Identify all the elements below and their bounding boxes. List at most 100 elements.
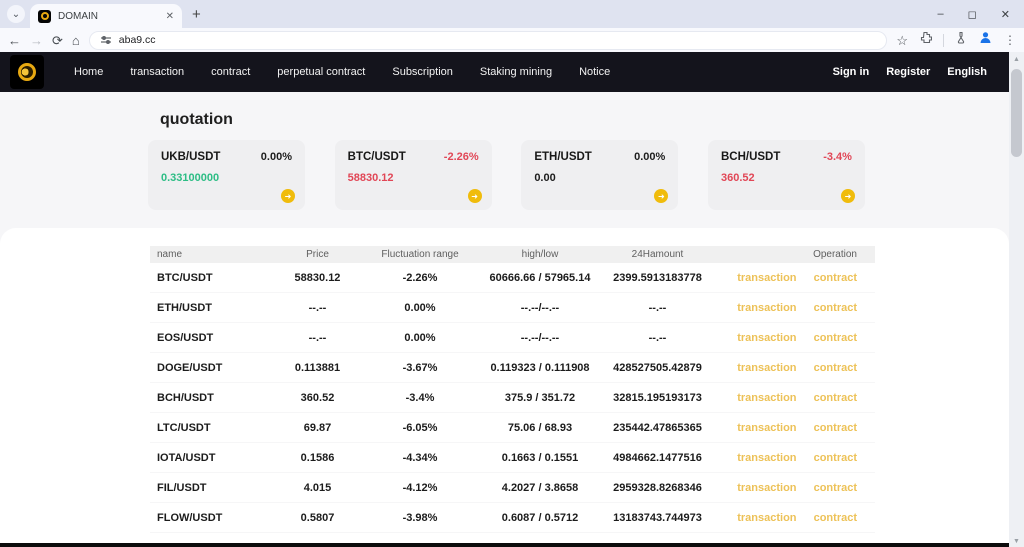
pair-operations: transaction contract <box>720 392 875 404</box>
card-go-arrow-icon[interactable]: ➜ <box>468 189 482 203</box>
contract-link[interactable]: contract <box>814 422 857 434</box>
contract-link[interactable]: contract <box>814 482 857 494</box>
contract-link[interactable]: contract <box>814 392 857 404</box>
transaction-link[interactable]: transaction <box>737 422 796 434</box>
page-scrollbar[interactable]: ▲ ▼ <box>1009 52 1024 547</box>
minimize-button[interactable]: – <box>938 8 944 20</box>
home-button[interactable]: ⌂ <box>72 34 80 47</box>
contract-link[interactable]: contract <box>814 272 857 284</box>
browser-tab-strip: ⌄ DOMAIN ✕ + – ◻ ✕ <box>0 0 1024 28</box>
transaction-link[interactable]: transaction <box>737 362 796 374</box>
close-window-button[interactable]: ✕ <box>1001 8 1010 21</box>
pair-high-low: 375.9 / 351.72 <box>485 392 595 404</box>
auth-links: Sign in Register English <box>833 66 987 78</box>
transaction-link[interactable]: transaction <box>737 452 796 464</box>
ticker-card-btc[interactable]: BTC/USDT -2.26% 58830.12 ➜ <box>335 140 492 210</box>
menu-item-home[interactable]: Home <box>74 66 103 78</box>
site-settings-icon[interactable] <box>100 34 112 46</box>
transaction-link[interactable]: transaction <box>737 392 796 404</box>
card-pair: ETH/USDT <box>534 151 592 163</box>
browser-menu-icon[interactable]: ⋮ <box>1004 33 1016 47</box>
header-high-low: high/low <box>485 249 595 260</box>
bookmark-star-icon[interactable]: ☆ <box>896 34 908 47</box>
contract-link[interactable]: contract <box>814 302 857 314</box>
transaction-link[interactable]: transaction <box>737 272 796 284</box>
pair-name: FLOW/USDT <box>150 512 280 524</box>
header-price: Price <box>280 249 355 260</box>
transaction-link[interactable]: transaction <box>737 332 796 344</box>
pair-price: --.-- <box>280 332 355 344</box>
transaction-link[interactable]: transaction <box>737 512 796 524</box>
menu-item-contract[interactable]: contract <box>211 66 250 78</box>
browser-toolbar: ← → ⟳ ⌂ aba9.cc ☆ ⋮ <box>0 28 1024 52</box>
card-go-arrow-icon[interactable]: ➜ <box>654 189 668 203</box>
tab-close-icon[interactable]: ✕ <box>166 11 174 22</box>
url-text[interactable]: aba9.cc <box>119 34 156 46</box>
contract-link[interactable]: contract <box>814 452 857 464</box>
tab-search-icon[interactable]: ⌄ <box>7 5 25 23</box>
pair-operations: transaction contract <box>720 362 875 374</box>
browser-tab[interactable]: DOMAIN ✕ <box>30 4 182 28</box>
ticker-card-eth[interactable]: ETH/USDT 0.00% 0.00 ➜ <box>521 140 678 210</box>
card-change: -2.26% <box>444 151 479 163</box>
card-price: 360.52 <box>721 172 852 184</box>
maximize-button[interactable]: ◻ <box>968 8 977 21</box>
scroll-down-icon[interactable]: ▼ <box>1009 538 1024 545</box>
menu-item-perpetual-contract[interactable]: perpetual contract <box>277 66 365 78</box>
pair-name: BCH/USDT <box>150 392 280 404</box>
market-table: name Price Fluctuation range high/low 24… <box>150 246 875 547</box>
ticker-card-bch[interactable]: BCH/USDT -3.4% 360.52 ➜ <box>708 140 865 210</box>
forward-button[interactable]: → <box>30 34 43 47</box>
table-row: LTC/USDT 69.87 -6.05% 75.06 / 68.93 2354… <box>150 413 875 443</box>
card-go-arrow-icon[interactable]: ➜ <box>841 189 855 203</box>
table-row: FLOW/USDT 0.5807 -3.98% 0.6087 / 0.5712 … <box>150 503 875 533</box>
scrollbar-thumb[interactable] <box>1011 69 1022 157</box>
table-row: EOS/USDT --.-- 0.00% --.--/--.-- --.-- t… <box>150 323 875 353</box>
quotation-section: quotation UKB/USDT 0.00% 0.33100000 ➜ BT… <box>0 92 1009 228</box>
contract-link[interactable]: contract <box>814 332 857 344</box>
transaction-link[interactable]: transaction <box>737 302 796 314</box>
tab-title: DOMAIN <box>58 11 159 22</box>
ticker-card-ukb[interactable]: UKB/USDT 0.00% 0.33100000 ➜ <box>148 140 305 210</box>
site-logo[interactable] <box>10 55 44 89</box>
contract-link[interactable]: contract <box>814 512 857 524</box>
table-row: DOGE/USDT 0.113881 -3.67% 0.119323 / 0.1… <box>150 353 875 383</box>
pair-price: 69.87 <box>280 422 355 434</box>
pair-operations: transaction contract <box>720 332 875 344</box>
pair-operations: transaction contract <box>720 482 875 494</box>
pair-24h-amount: 2959328.8268346 <box>595 482 720 494</box>
extension-icon[interactable] <box>919 31 932 49</box>
pair-operations: transaction contract <box>720 302 875 314</box>
pair-24h-amount: --.-- <box>595 332 720 344</box>
contract-link[interactable]: contract <box>814 362 857 374</box>
pair-range: -4.12% <box>355 482 485 494</box>
menu-item-transaction[interactable]: transaction <box>130 66 184 78</box>
sign-in-link[interactable]: Sign in <box>833 66 870 78</box>
flask-icon[interactable] <box>955 31 967 49</box>
transaction-link[interactable]: transaction <box>737 482 796 494</box>
pair-operations: transaction contract <box>720 272 875 284</box>
pair-price: 0.5807 <box>280 512 355 524</box>
register-link[interactable]: Register <box>886 66 930 78</box>
reload-button[interactable]: ⟳ <box>52 34 63 47</box>
quotation-title: quotation <box>160 109 1009 131</box>
header-operation: Operation <box>720 249 875 260</box>
card-change: 0.00% <box>634 151 665 163</box>
menu-item-staking-mining[interactable]: Staking mining <box>480 66 552 78</box>
pair-24h-amount: 4984662.1477516 <box>595 452 720 464</box>
pair-name: EOS/USDT <box>150 332 280 344</box>
card-go-arrow-icon[interactable]: ➜ <box>281 189 295 203</box>
address-bar[interactable]: aba9.cc <box>89 31 888 50</box>
back-button[interactable]: ← <box>8 34 21 47</box>
menu-item-notice[interactable]: Notice <box>579 66 610 78</box>
pair-24h-amount: 32815.195193173 <box>595 392 720 404</box>
pair-price: 0.1586 <box>280 452 355 464</box>
pair-operations: transaction contract <box>720 452 875 464</box>
scroll-up-icon[interactable]: ▲ <box>1009 52 1024 63</box>
pair-range: -3.67% <box>355 362 485 374</box>
language-selector[interactable]: English <box>947 66 987 78</box>
profile-avatar[interactable] <box>978 30 993 50</box>
card-change: 0.00% <box>261 151 292 163</box>
new-tab-button[interactable]: + <box>192 6 201 23</box>
menu-item-subscription[interactable]: Subscription <box>392 66 453 78</box>
